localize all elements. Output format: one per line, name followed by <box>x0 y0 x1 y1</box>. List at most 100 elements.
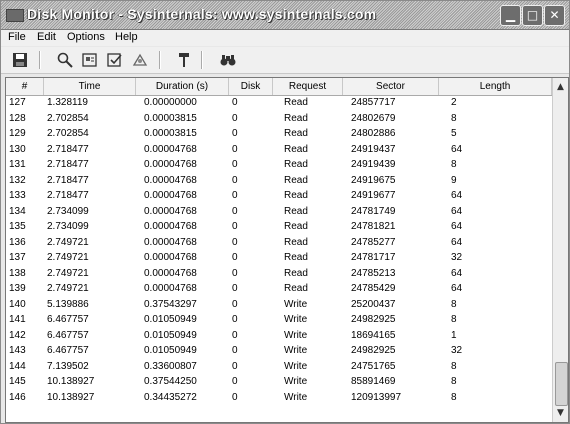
column-header-request[interactable]: Request <box>273 78 343 95</box>
row-duration: 0.00004768 <box>144 267 197 279</box>
column-header-sector[interactable]: Sector <box>343 78 439 95</box>
disk-activity-list[interactable]: # Time Duration (s) Disk Request Sector … <box>5 77 569 423</box>
table-row[interactable]: 137 2.749721 0.00004768 0 Read 24781717 32 <box>6 251 552 267</box>
row-request: Write <box>284 345 308 356</box>
minimize-button[interactable]: ▁ <box>500 5 521 26</box>
row-request: Read <box>284 143 308 155</box>
row-duration: 0.01050949 <box>144 329 197 341</box>
row-disk: 0 <box>232 143 238 155</box>
row-time: 2.749721 <box>47 267 89 279</box>
row-request: Read <box>284 252 308 263</box>
row-time: 2.718477 <box>47 190 89 201</box>
row-disk: 0 <box>232 190 238 201</box>
row-number: 145 <box>9 376 26 387</box>
capture-icon[interactable] <box>81 51 99 69</box>
table-row[interactable]: 138 2.749721 0.00004768 0 Read 24785213 64 <box>6 267 552 283</box>
row-duration: 0.00004768 <box>144 221 197 232</box>
title-bar[interactable]: Disk Monitor - Sysinternals: www.sysinte… <box>1 1 569 30</box>
row-disk: 0 <box>232 283 238 294</box>
row-sector: 24982925 <box>351 345 396 356</box>
column-header-disk[interactable]: Disk <box>229 78 273 95</box>
table-row[interactable]: 142 6.467757 0.01050949 0 Write 18694165 1 <box>6 329 552 345</box>
table-row[interactable]: 133 2.718477 0.00004768 0 Read 24919677 64 <box>6 189 552 205</box>
table-row[interactable]: 146 10.138927 0.34435272 0 Write 120913997 8 <box>6 391 552 407</box>
row-length: 8 <box>451 159 457 170</box>
row-duration: 0.00004768 <box>144 190 197 201</box>
row-length: 64 <box>451 236 463 248</box>
magnifier-icon[interactable] <box>56 51 74 69</box>
row-request: Write <box>284 391 308 403</box>
table-row[interactable]: 135 2.734099 0.00004768 0 Read 24781821 64 <box>6 220 552 236</box>
table-row[interactable]: 130 2.718477 0.00004768 0 Read 24919437 64 <box>6 143 552 159</box>
row-number: 136 <box>9 236 26 248</box>
row-time: 2.749721 <box>47 236 89 248</box>
row-disk: 0 <box>232 267 238 279</box>
row-disk: 0 <box>232 112 238 124</box>
table-row[interactable]: 144 7.139502 0.33600807 0 Write 24751765 8 <box>6 360 552 376</box>
toolbar <box>1 47 569 74</box>
row-length: 8 <box>451 314 457 325</box>
row-time: 6.467757 <box>47 314 89 325</box>
row-disk: 0 <box>232 391 238 403</box>
row-request: Read <box>284 190 308 201</box>
close-button[interactable]: ✕ <box>544 5 565 26</box>
scroll-down-icon[interactable]: ▼ <box>554 406 567 420</box>
row-disk: 0 <box>232 205 238 217</box>
row-number: 137 <box>9 252 26 263</box>
column-header-time[interactable]: Time <box>44 78 136 95</box>
scroll-up-icon[interactable]: ▲ <box>554 80 567 94</box>
row-duration: 0.37544250 <box>144 376 197 387</box>
table-row[interactable]: 141 6.467757 0.01050949 0 Write 24982925 8 <box>6 313 552 329</box>
row-number: 135 <box>9 221 26 232</box>
row-duration: 0.00004768 <box>144 283 197 294</box>
row-sector: 24919675 <box>351 174 396 186</box>
row-duration: 0.00000000 <box>144 97 197 108</box>
row-time: 2.749721 <box>47 252 89 263</box>
autoscroll-icon[interactable] <box>106 51 124 69</box>
row-request: Read <box>284 221 308 232</box>
table-row[interactable]: 127 1.328119 0.00000000 0 Read 24857717 2 <box>6 96 552 112</box>
row-time: 2.718477 <box>47 143 89 155</box>
save-icon[interactable] <box>11 51 29 69</box>
row-number: 142 <box>9 329 26 341</box>
table-row[interactable]: 136 2.749721 0.00004768 0 Read 24785277 64 <box>6 236 552 252</box>
row-disk: 0 <box>232 97 238 108</box>
menu-bar: File Edit Options Help <box>1 30 569 46</box>
table-row[interactable]: 143 6.467757 0.01050949 0 Write 24982925 32 <box>6 344 552 360</box>
table-row[interactable]: 128 2.702854 0.00003815 0 Read 24802679 8 <box>6 112 552 128</box>
menu-help[interactable]: Help <box>115 31 138 43</box>
maximize-button[interactable]: □ <box>522 5 543 26</box>
column-header-length[interactable]: Length <box>439 78 552 95</box>
menu-options[interactable]: Options <box>67 31 105 43</box>
table-row[interactable]: 139 2.749721 0.00004768 0 Read 24785429 64 <box>6 282 552 298</box>
menu-file[interactable]: File <box>8 31 26 43</box>
row-sector: 24785277 <box>351 236 396 248</box>
row-disk: 0 <box>232 221 238 232</box>
table-row[interactable]: 132 2.718477 0.00004768 0 Read 24919675 9 <box>6 174 552 190</box>
filter-icon[interactable] <box>175 51 193 69</box>
row-disk: 0 <box>232 360 238 372</box>
table-row[interactable]: 134 2.734099 0.00004768 0 Read 24781749 64 <box>6 205 552 221</box>
row-number: 128 <box>9 112 26 124</box>
row-duration: 0.00003815 <box>144 128 197 139</box>
row-request: Write <box>284 329 308 341</box>
table-row[interactable]: 145 10.138927 0.37544250 0 Write 85891469 8 <box>6 375 552 391</box>
menu-edit[interactable]: Edit <box>37 31 56 43</box>
clear-icon[interactable] <box>131 51 149 69</box>
row-number: 134 <box>9 205 26 217</box>
row-sector: 24802679 <box>351 112 396 124</box>
table-row[interactable]: 140 5.139886 0.37543297 0 Write 25200437 8 <box>6 298 552 314</box>
column-header-duration[interactable]: Duration (s) <box>136 78 229 95</box>
vertical-scrollbar[interactable]: ▲ ▼ <box>552 78 568 422</box>
table-row[interactable]: 129 2.702854 0.00003815 0 Read 24802886 5 <box>6 127 552 143</box>
find-icon[interactable] <box>219 51 237 69</box>
table-body: 127 1.328119 0.00000000 0 Read 24857717 2 128 2.… <box>6 96 552 406</box>
row-sector: 24785213 <box>351 267 396 279</box>
column-header-number[interactable]: # <box>6 78 44 95</box>
row-length: 64 <box>451 267 463 279</box>
table-row[interactable]: 131 2.718477 0.00004768 0 Read 24919439 8 <box>6 158 552 174</box>
row-request: Read <box>284 205 308 217</box>
scroll-thumb[interactable] <box>555 362 568 406</box>
maximize-icon: □ <box>526 8 539 22</box>
row-time: 2.734099 <box>47 221 89 232</box>
